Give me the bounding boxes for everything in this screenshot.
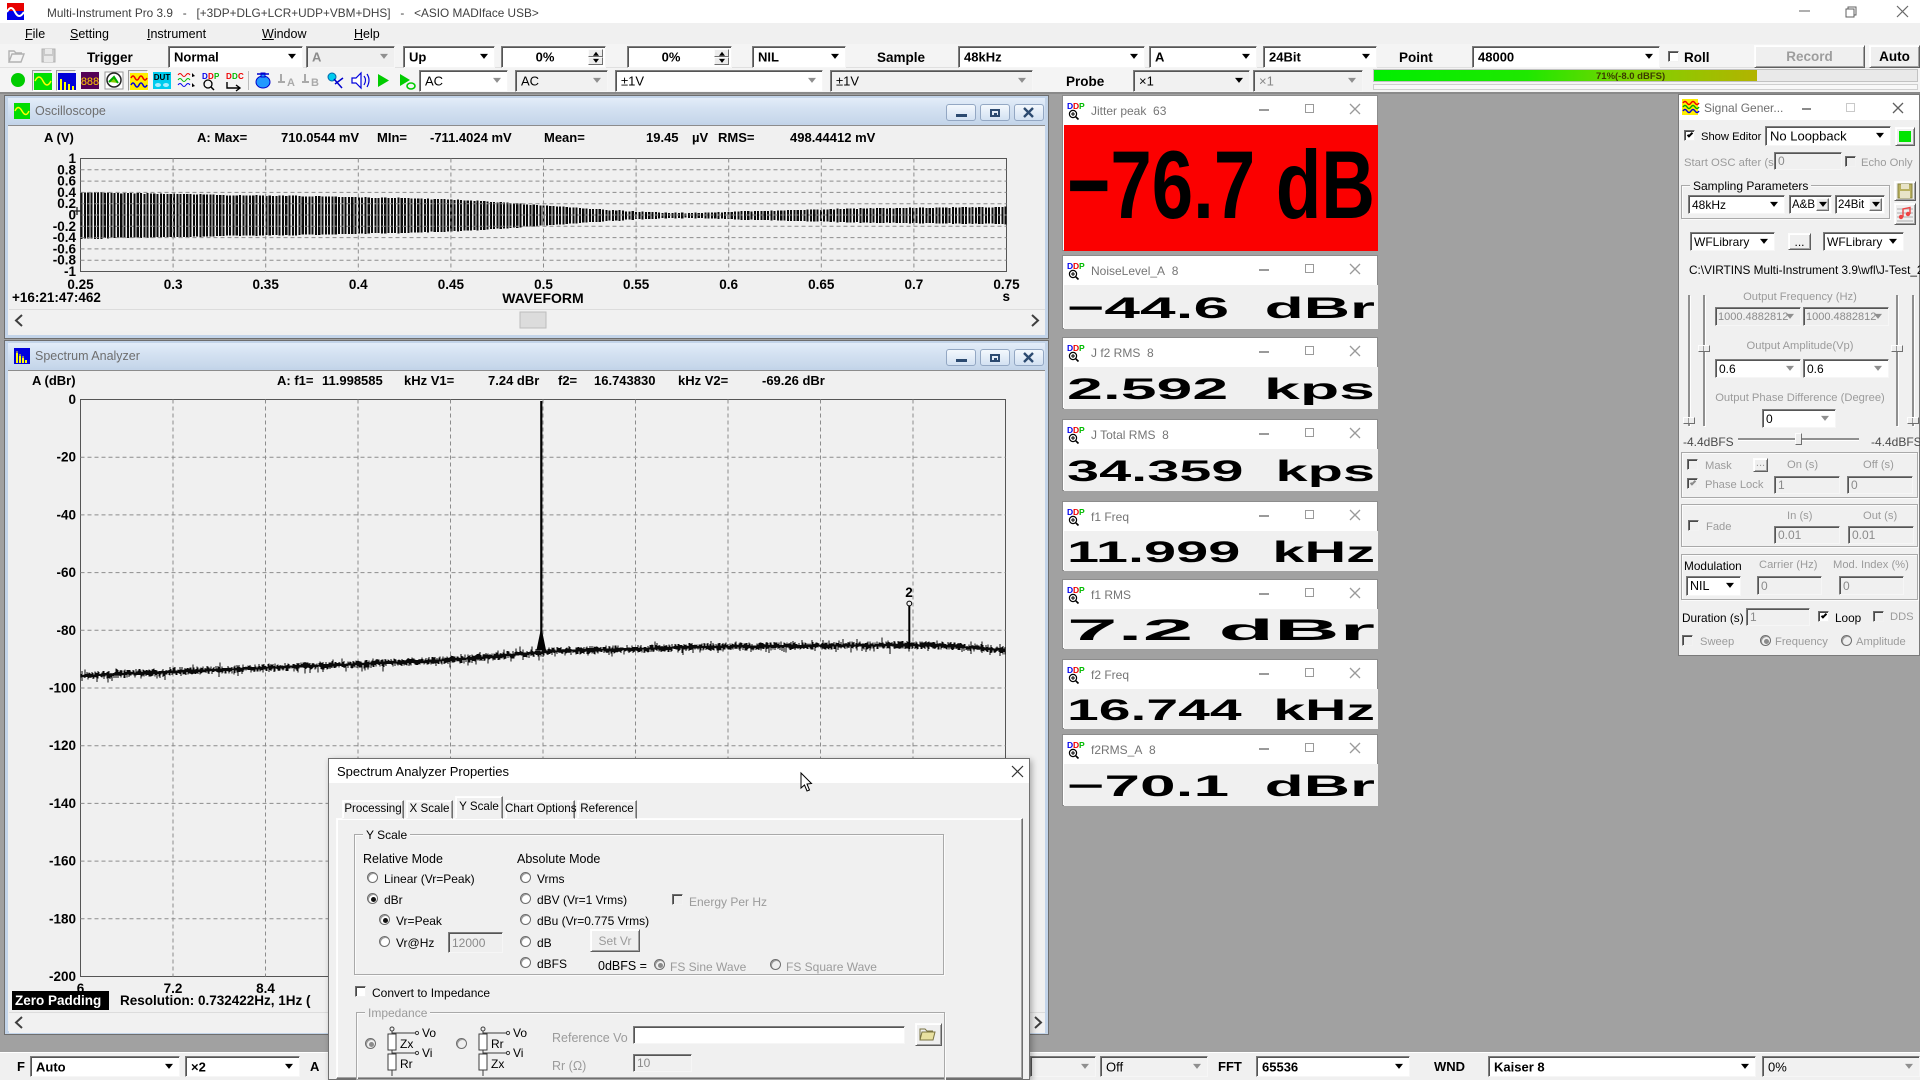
svg-text:−70.1 dBr: −70.1 dBr — [1067, 770, 1376, 803]
svg-text:-40: -40 — [56, 507, 76, 522]
svg-text:0.7: 0.7 — [905, 277, 924, 292]
svg-text:0.65: 0.65 — [808, 277, 835, 292]
svg-text:0.6: 0.6 — [719, 277, 738, 292]
svg-text:34.359 kps: 34.359 kps — [1067, 455, 1375, 488]
svg-text:-180: -180 — [49, 911, 76, 926]
svg-text:P: P — [1079, 507, 1085, 517]
svg-text:16.744 kHz: 16.744 kHz — [1067, 694, 1375, 727]
svg-text:P: P — [1079, 665, 1085, 675]
svg-text:P: P — [1079, 740, 1085, 750]
svg-text:2: 2 — [905, 585, 913, 600]
svg-text:−76.7 dB: −76.7 dB — [1067, 130, 1375, 239]
svg-text:Rr: Rr — [491, 1037, 504, 1051]
svg-text:0.45: 0.45 — [438, 277, 465, 292]
svg-text:P: P — [1079, 101, 1085, 111]
svg-text:0.4: 0.4 — [349, 277, 368, 292]
svg-text:0: 0 — [68, 392, 76, 407]
svg-text:11.999 kHz: 11.999 kHz — [1067, 536, 1375, 569]
svg-text:-80: -80 — [56, 623, 76, 638]
svg-text:0.35: 0.35 — [253, 277, 280, 292]
svg-text:+16:21:47:462: +16:21:47:462 — [12, 290, 101, 305]
svg-text:Zx: Zx — [491, 1057, 504, 1071]
svg-text:-200: -200 — [49, 969, 76, 984]
svg-text:Vi: Vi — [513, 1046, 523, 1060]
svg-text:7.2 dBr: 7.2 dBr — [1067, 614, 1376, 647]
svg-text:P: P — [1079, 343, 1085, 353]
svg-text:-100: -100 — [49, 681, 76, 696]
svg-text:Vo: Vo — [422, 1026, 436, 1040]
svg-text:P: P — [1079, 585, 1085, 595]
svg-text:2.592 kps: 2.592 kps — [1067, 373, 1375, 406]
svg-text:P: P — [1079, 425, 1085, 435]
svg-text:Vo: Vo — [513, 1026, 527, 1040]
svg-text:-120: -120 — [49, 738, 76, 753]
svg-text:Vi: Vi — [422, 1046, 432, 1060]
svg-text:-140: -140 — [49, 796, 76, 811]
svg-text:WAVEFORM: WAVEFORM — [502, 290, 583, 306]
svg-text:-160: -160 — [49, 854, 76, 869]
svg-text:-60: -60 — [56, 565, 76, 580]
svg-text:0.3: 0.3 — [164, 277, 183, 292]
svg-text:P: P — [1079, 261, 1085, 271]
svg-text:−44.6 dBr: −44.6 dBr — [1067, 292, 1376, 325]
svg-text:s: s — [1002, 289, 1010, 304]
svg-text:Rr: Rr — [400, 1057, 413, 1071]
svg-text:Zx: Zx — [400, 1037, 413, 1051]
svg-text:0.55: 0.55 — [623, 277, 650, 292]
svg-text:-20: -20 — [56, 450, 76, 465]
